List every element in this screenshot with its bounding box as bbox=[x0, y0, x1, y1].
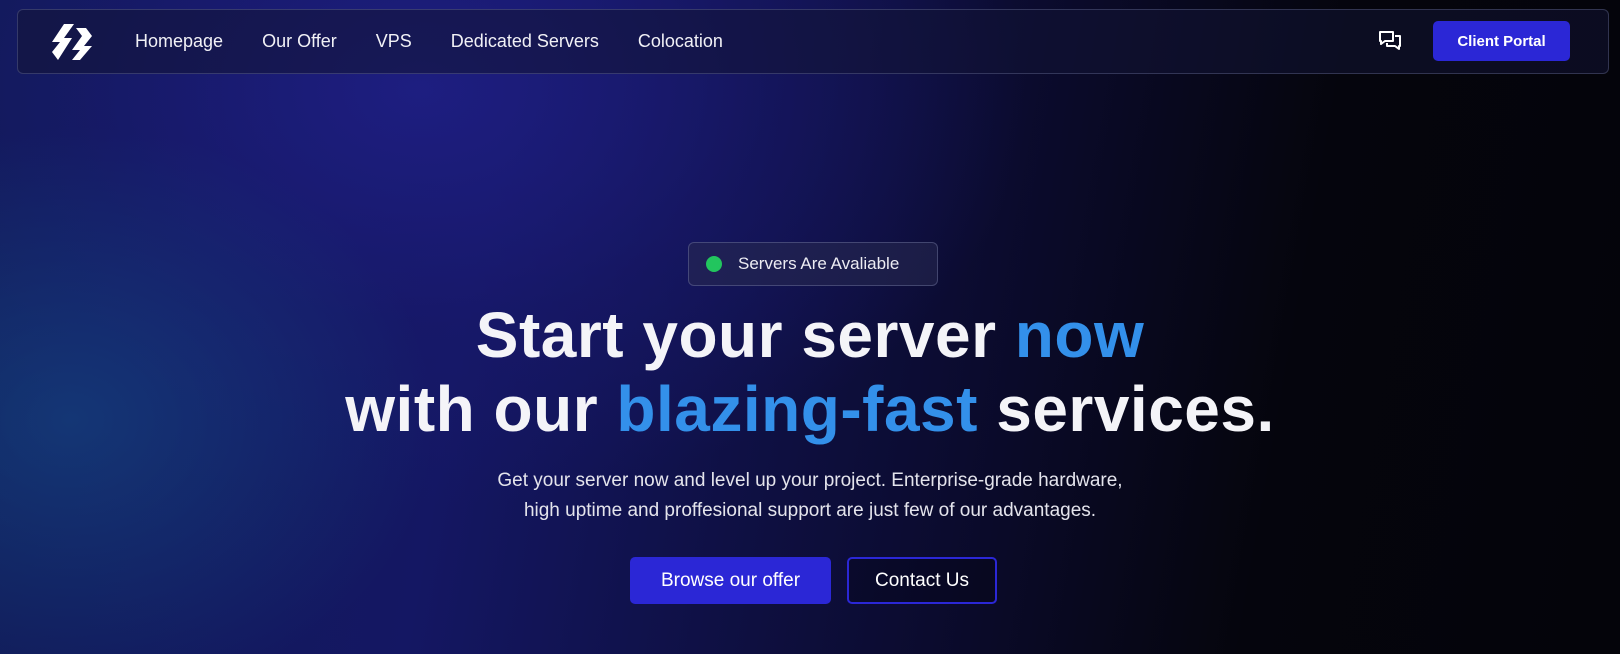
headline-text: with our bbox=[345, 373, 617, 445]
contact-us-button[interactable]: Contact Us bbox=[847, 557, 997, 604]
nav-link-vps[interactable]: VPS bbox=[376, 31, 412, 52]
status-label: Servers Are Avaliable bbox=[738, 254, 900, 273]
headline-text: services. bbox=[977, 373, 1275, 445]
chat-bubbles-icon[interactable] bbox=[1378, 30, 1402, 52]
nav-links: Homepage Our Offer VPS Dedicated Servers… bbox=[135, 10, 762, 73]
nav-link-homepage[interactable]: Homepage bbox=[135, 31, 223, 52]
subtext-line1: Get your server now and level up your pr… bbox=[497, 470, 1123, 491]
browse-offer-button[interactable]: Browse our offer bbox=[630, 557, 831, 604]
headline-text: Start your server bbox=[475, 299, 1015, 371]
client-portal-button[interactable]: Client Portal bbox=[1433, 21, 1570, 61]
hero-subtext: Get your server now and level up your pr… bbox=[0, 466, 1620, 526]
nav-link-our-offer[interactable]: Our Offer bbox=[262, 31, 337, 52]
headline-highlight-now: now bbox=[1014, 299, 1145, 371]
headline-highlight-blazing-fast: blazing-fast bbox=[616, 373, 978, 445]
headline-line2: with our blazing-fast services. bbox=[345, 373, 1275, 445]
status-dot-icon bbox=[706, 256, 722, 272]
brand-logo-icon[interactable] bbox=[50, 22, 96, 62]
nav-link-dedicated-servers[interactable]: Dedicated Servers bbox=[451, 31, 599, 52]
nav-link-colocation[interactable]: Colocation bbox=[638, 31, 723, 52]
page: Homepage Our Offer VPS Dedicated Servers… bbox=[0, 0, 1620, 654]
hero-headline: Start your server now with our blazing-f… bbox=[0, 298, 1620, 446]
status-badge: Servers Are Avaliable bbox=[688, 242, 938, 286]
subtext-line2: high uptime and proffesional support are… bbox=[523, 500, 1097, 521]
headline-line1: Start your server now bbox=[476, 299, 1145, 371]
top-navbar: Homepage Our Offer VPS Dedicated Servers… bbox=[17, 9, 1609, 74]
